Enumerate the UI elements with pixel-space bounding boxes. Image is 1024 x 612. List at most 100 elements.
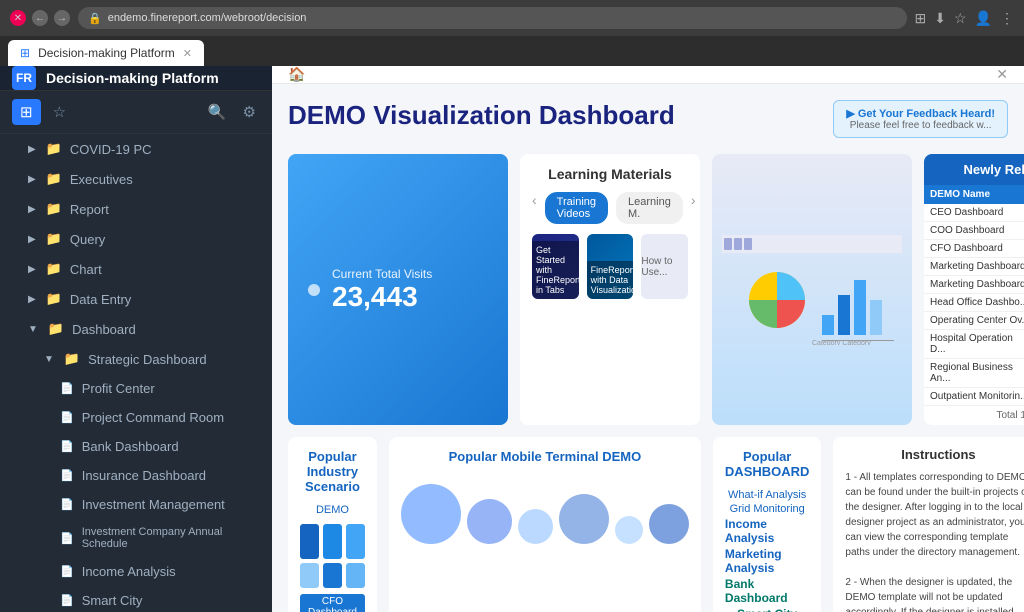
nav-item-bank[interactable]: 📄 Bank Dashboard [0,432,272,461]
dashboard-link-item[interactable]: Marketing Analysis [725,547,810,575]
video-thumbnail-2[interactable]: FineReport with Data Visualization [587,234,634,299]
nav-item-insurance[interactable]: 📄 Insurance Dashboard [0,461,272,490]
feedback-sub: Please feel free to feedback w... [846,120,995,131]
star-btn[interactable]: ☆ [49,99,70,125]
nav-item-report[interactable]: ▶ 📁 Report [0,194,272,224]
cfo-badge[interactable]: CFO Dashboard [300,594,365,612]
viz-block-2 [323,524,342,559]
page-icon: 📄 [60,594,74,607]
viz-block-4 [300,563,319,588]
table-row[interactable]: Marketing DashboardDirectory/Solution/[S… [924,276,1024,294]
tab-close-btn[interactable]: ✕ [183,47,192,60]
address-bar[interactable]: 🔒 endemo.finereport.com/webroot/decision [78,7,907,29]
page-icon: 📄 [60,382,74,395]
video-thumbnail-3[interactable]: How to Use... [641,234,688,299]
dashboard-link-item[interactable]: Smart City [737,607,797,612]
folder-icon: 📁 [48,321,64,337]
viz-block-1 [300,524,319,559]
viz-block-3 [346,524,365,559]
close-panel-btn[interactable]: ✕ [996,66,1008,83]
profile-icon[interactable]: 👤 [975,10,992,27]
folder-icon: 📁 [46,171,62,187]
back-btn[interactable]: ← [32,10,48,26]
download-icon[interactable]: ⬇ [934,10,946,27]
app-layout: FR Decision-making Platform ⊞ ☆ 🔍 ⚙ ▶ 📁 … [0,66,1024,612]
chevron-down-icon: ▼ [44,354,54,365]
prev-tab-btn[interactable]: ‹ [532,192,537,224]
table-row[interactable]: Outpatient Monitorin...Directory/Solutio… [924,388,1024,406]
table-row[interactable]: Regional Business An...Directory/Solutio… [924,359,1024,388]
nav-item-dashboard[interactable]: ▼ 📁 Dashboard [0,314,272,344]
nav-item-investment[interactable]: 📄 Investment Management [0,490,272,519]
forward-btn[interactable]: → [54,10,70,26]
page-icon: 📄 [60,469,74,482]
newly-released-table: DEMO Name Directory CEO DashboardDirecto… [924,185,1024,406]
nav-item-covid[interactable]: ▶ 📁 COVID-19 PC [0,134,272,164]
browser-chrome: ✕ ← → 🔒 endemo.finereport.com/webroot/de… [0,0,1024,36]
menu-icon[interactable]: ⋮ [1000,10,1014,27]
nav-item-income[interactable]: 📄 Income Analysis [0,557,272,586]
folder-icon: 📁 [46,261,62,277]
bubble-5 [615,516,643,544]
bubble-6 [649,504,689,544]
popular-industry-title: Popular Industry Scenario [300,449,365,494]
table-row[interactable]: Operating Center Ov...Directory/Solution… [924,312,1024,330]
instructions-point1: 1 - All templates corresponding to DEMO … [845,470,1024,560]
active-tab[interactable]: ⊞ Decision-making Platform ✕ [8,40,204,66]
page-icon: 📄 [60,440,74,453]
table-row[interactable]: COO DashboardDirectory/Executives [924,222,1024,240]
nav-item-profit[interactable]: 📄 Profit Center [0,374,272,403]
industry-visualization [300,524,365,588]
nav-item-data-entry[interactable]: ▶ 📁 Data Entry [0,284,272,314]
feedback-box[interactable]: ▶ Get Your Feedback Heard! Please feel f… [833,100,1008,138]
feedback-link[interactable]: ▶ Get Your Feedback Heard! [846,107,995,120]
bottom-row: Popular Industry Scenario DEMO CFO Dashb… [288,437,1008,612]
dashboard-link-item[interactable]: Grid Monitoring [730,503,805,515]
browser-controls[interactable]: ✕ ← → [10,10,70,26]
dashboard-link-item[interactable]: Bank Dashboard [725,577,810,605]
grid-view-btn[interactable]: ⊞ [12,99,41,125]
training-videos-tab[interactable]: Training Videos [545,192,608,224]
nav-item-chart[interactable]: ▶ 📁 Chart [0,254,272,284]
nav-item-smart-city[interactable]: 📄 Smart City [0,586,272,612]
visits-count: 23,443 [332,281,432,313]
folder-icon: 📁 [46,291,62,307]
learning-tabs: ‹ Training Videos Learning M. › [532,192,688,224]
nr-demo-name: COO Dashboard [924,222,1024,240]
next-tab-btn[interactable]: › [691,192,696,224]
table-row[interactable]: CEO DashboardDirectory/Executives [924,204,1024,222]
search-icon[interactable]: 🔍 [204,99,231,125]
chart-builder-card: Category Category [712,154,912,425]
table-row[interactable]: Marketing DashboardDirectory/Solution/[S… [924,258,1024,276]
nav-item-strategic[interactable]: ▼ 📁 Strategic Dashboard [0,344,272,374]
learning-images: Get Started with FineReport in Tabs Fine… [532,234,688,299]
table-row[interactable]: Hospital Operation D...Directory/Solutio… [924,330,1024,359]
nav-item-command[interactable]: 📄 Project Command Room [0,403,272,432]
nav-item-executives[interactable]: ▶ 📁 Executives [0,164,272,194]
extension-icon[interactable]: ⊞ [915,10,927,27]
popular-mobile-card: Popular Mobile Terminal DEMO [389,437,701,612]
bookmark-icon[interactable]: ☆ [954,10,967,27]
nr-demo-name: CFO Dashboard [924,240,1024,258]
table-row[interactable]: CFO DashboardDirectory/Executives [924,240,1024,258]
chevron-down-icon: ▼ [28,324,38,335]
newly-released-title: Newly Released DEMO [924,154,1024,185]
home-icon[interactable]: 🏠 [288,66,305,83]
nav-item-query[interactable]: ▶ 📁 Query [0,224,272,254]
popular-dashboard-title: Popular DASHBOARD [725,449,810,479]
video-thumbnail-1[interactable]: Get Started with FineReport in Tabs [532,234,579,299]
main-content: 🏠 ✕ DEMO Visualization Dashboard ▶ Get Y… [272,66,1024,612]
bubble-2 [467,499,512,544]
nav-item-annual[interactable]: 📄 Investment Company Annual Schedule [0,519,272,557]
dashboard-link-item[interactable]: Income Analysis [725,517,810,545]
settings-icon[interactable]: ⚙ [239,99,260,125]
nr-total: Total 12 Records [924,406,1024,425]
viz-block-5 [323,563,342,588]
learning-materials-tab[interactable]: Learning M. [616,192,683,224]
learning-card: Learning Materials ‹ Training Videos Lea… [520,154,700,425]
table-row[interactable]: Head Office Dashbo...Directory/Solution/… [924,294,1024,312]
viz-block-6 [346,563,365,588]
dashboard-link-item[interactable]: What-if Analysis [728,489,806,501]
chevron-right-icon: ▶ [28,264,36,275]
close-btn[interactable]: ✕ [10,10,26,26]
